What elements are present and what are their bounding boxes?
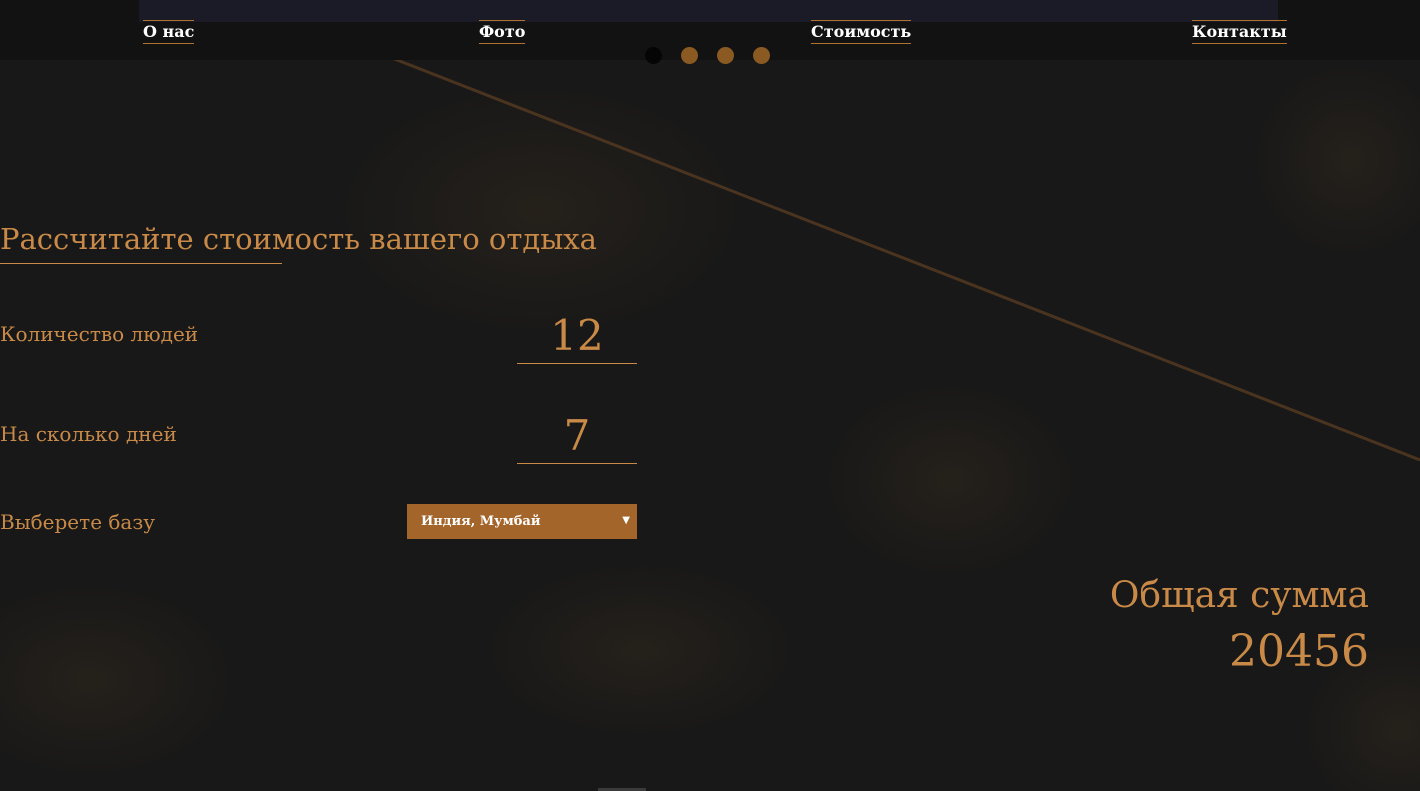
- background-texture: [1250, 60, 1420, 260]
- nav-link-photo[interactable]: Фото: [479, 20, 526, 44]
- slider-dot-1[interactable]: [645, 47, 662, 64]
- background-texture: [480, 560, 800, 740]
- people-count-label: Количество людей: [0, 322, 199, 346]
- base-select-label: Выберете базу: [0, 510, 156, 534]
- base-select-value: Индия, Мумбай: [421, 514, 541, 529]
- total-value: 20456: [1229, 626, 1369, 677]
- base-select[interactable]: Индия, Мумбай ▼: [407, 504, 637, 539]
- calculator-title: Рассчитайте стоимость вашего отдыха: [0, 222, 597, 256]
- page: О нас Фото Стоимость Контакты Рассчитайт…: [0, 0, 1420, 791]
- background-texture: [820, 380, 1080, 580]
- people-count-input[interactable]: 12: [517, 309, 637, 364]
- slider-pagination: [645, 47, 770, 64]
- nav-link-contacts[interactable]: Контакты: [1192, 20, 1287, 44]
- slider-dot-4[interactable]: [753, 47, 770, 64]
- nav-link-about[interactable]: О нас: [143, 20, 195, 44]
- slider-dot-3[interactable]: [717, 47, 734, 64]
- hero-image-strip: [139, 0, 1278, 22]
- title-underline: [0, 263, 282, 264]
- nav-link-price[interactable]: Стоимость: [811, 20, 912, 44]
- slider-dot-2[interactable]: [681, 47, 698, 64]
- diagonal-decor-line: [299, 20, 1420, 462]
- background-texture: [330, 80, 750, 340]
- total-label: Общая сумма: [1109, 575, 1369, 616]
- background-texture: [0, 580, 240, 780]
- days-count-input[interactable]: 7: [517, 409, 637, 464]
- chevron-down-icon: ▼: [622, 515, 630, 526]
- days-count-label: На сколько дней: [0, 422, 177, 446]
